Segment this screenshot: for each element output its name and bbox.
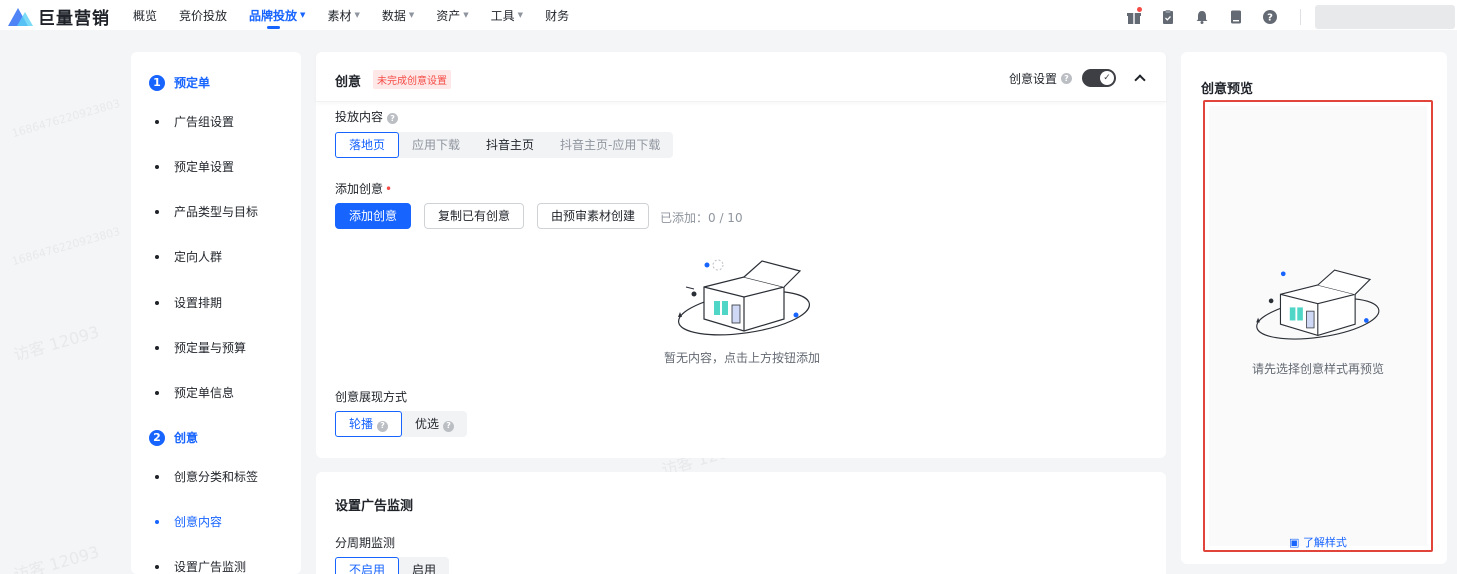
creative-card-header: 创意 未完成创意设置 创意设置 ? ✓ (316, 52, 1166, 102)
preview-frame: 请先选择创意样式再预览 ▣ 了解样式 (1203, 100, 1433, 552)
option-app-download[interactable]: 应用下载 (399, 132, 473, 158)
caret-down-icon: ▼ (463, 11, 469, 19)
step-item-adgroup[interactable]: 广告组设置 (155, 113, 234, 130)
nav-material[interactable]: 素材 ▼ (327, 0, 359, 30)
creative-setting-row: 创意设置 ? ✓ (1009, 69, 1146, 87)
header-tools: ? (1124, 5, 1455, 29)
add-creative-button[interactable]: 添加创意 (335, 203, 412, 229)
watermark: 访客 12093 (11, 542, 102, 574)
step-item-order-info[interactable]: 预定单信息 (155, 384, 234, 401)
logo-text: 巨量营销 (38, 9, 110, 29)
content-type-segment: 落地页 应用下载 抖音主页 抖音主页-应用下载 (335, 132, 674, 158)
step-item-product-type[interactable]: 产品类型与目标 (155, 203, 258, 220)
option-enable[interactable]: 启用 (399, 557, 449, 574)
document-icon[interactable] (1226, 7, 1246, 27)
option-optimal[interactable]: 优选? (402, 411, 467, 437)
add-creative-label: 添加创意 • (335, 182, 393, 196)
nav-assets[interactable]: 资产 ▼ (436, 0, 468, 30)
period-monitor-segment: 不启用 启用 (335, 557, 450, 574)
clipboard-icon[interactable] (1158, 7, 1178, 27)
option-landing-page[interactable]: 落地页 (335, 132, 400, 158)
step-item-creative-content[interactable]: 创意内容 (155, 513, 222, 530)
incomplete-tag: 未完成创意设置 (373, 70, 451, 89)
header-divider (1300, 9, 1301, 25)
option-douyin-home[interactable]: 抖音主页 (473, 132, 547, 158)
empty-box-illustration (1256, 269, 1380, 340)
preview-area: 请先选择创意样式再预览 ▣ 了解样式 (1209, 106, 1427, 549)
option-carousel[interactable]: 轮播? (335, 411, 403, 437)
step-creative[interactable]: 2 创意 (149, 429, 198, 446)
monitor-card: 设置广告监测 分周期监测 不启用 启用 (316, 472, 1166, 574)
help-icon[interactable]: ? (443, 420, 455, 432)
chevron-up-icon[interactable] (1134, 72, 1146, 84)
creative-card: 创意 未完成创意设置 创意设置 ? ✓ 投放内容? 落地页 应用下载 抖音主页 … (316, 52, 1166, 458)
gift-icon[interactable] (1124, 7, 1144, 27)
step-item-monitor[interactable]: 设置广告监测 (155, 558, 246, 574)
empty-state-text: 暂无内容，点击上方按钮添加 (664, 351, 821, 365)
display-mode-segment: 轮播? 优选? (335, 411, 468, 437)
create-from-prereview-button[interactable]: 由预审素材创建 (537, 203, 650, 229)
added-count: 已添加：0 / 10 (660, 211, 743, 225)
step-number: 1 (149, 74, 165, 91)
step-label: 创意 (174, 431, 199, 445)
preview-hint: 请先选择创意样式再预览 (1251, 362, 1384, 376)
logo-mark-icon (8, 6, 36, 28)
caret-down-icon: ▼ (408, 11, 415, 19)
step-item-schedule[interactable]: 设置排期 (155, 294, 222, 311)
nav-overview[interactable]: 概览 (133, 0, 157, 30)
step-label: 预定单 (174, 76, 211, 90)
watermark: 访客 12093 (11, 322, 102, 365)
creative-title: 创意 (335, 75, 362, 90)
book-icon: ▣ (1289, 536, 1303, 549)
caret-down-icon: ▼ (517, 11, 524, 19)
step-item-budget[interactable]: 预定量与预算 (155, 339, 246, 356)
copy-creative-button[interactable]: 复制已有创意 (424, 203, 525, 229)
notification-dot (1137, 7, 1142, 12)
help-icon[interactable]: ? (387, 113, 399, 124)
step-item-targeting[interactable]: 定向人群 (155, 248, 222, 265)
caret-down-icon: ▼ (300, 11, 306, 19)
display-mode-label: 创意展现方式 (335, 390, 408, 404)
option-disable[interactable]: 不启用 (335, 557, 400, 574)
step-item-order-settings[interactable]: 预定单设置 (155, 158, 234, 175)
caret-down-icon: ▼ (354, 11, 360, 19)
watermark: 1686476220923803 (10, 96, 122, 141)
help-icon[interactable]: ? (377, 420, 389, 432)
svg-text:?: ? (1267, 13, 1273, 24)
nav-data[interactable]: 数据 ▼ (382, 0, 414, 30)
steps-sidebar: 1 预定单 广告组设置 预定单设置 产品类型与目标 定向人群 设置排期 预定量与… (131, 52, 301, 574)
nav-finance[interactable]: 财务 (545, 0, 569, 30)
main-nav: 概览 竞价投放 品牌投放 ▼ 素材 ▼ 数据 ▼ 资产 ▼ 工具 ▼ 财务 (133, 0, 591, 30)
creative-preview-panel: 创意预览 请先选择创意样式再预览 ▣ 了解样式 (1181, 52, 1447, 564)
watermark: 1686476220923803 (10, 224, 122, 269)
nav-brand[interactable]: 品牌投放 ▼ (249, 0, 305, 30)
nav-bidding[interactable]: 竞价投放 (179, 0, 227, 30)
content-label: 投放内容? (335, 108, 399, 125)
nav-tools[interactable]: 工具 ▼ (491, 0, 523, 30)
help-icon[interactable]: ? (1061, 72, 1072, 84)
step-order[interactable]: 1 预定单 (149, 74, 210, 91)
option-douyin-home-app[interactable]: 抖音主页-应用下载 (547, 132, 673, 158)
help-icon[interactable]: ? (1260, 7, 1280, 27)
creative-setting-toggle[interactable]: ✓ (1082, 69, 1116, 87)
empty-box-illustration (677, 259, 811, 336)
creative-setting-label: 创意设置 (1008, 71, 1057, 86)
bell-icon[interactable] (1192, 7, 1212, 27)
step-item-category[interactable]: 创意分类和标签 (155, 468, 258, 485)
learn-style-link[interactable]: ▣ 了解样式 (1209, 534, 1427, 550)
account-avatar[interactable] (1315, 5, 1455, 29)
logo[interactable]: 巨量营销 (8, 4, 110, 29)
check-icon: ✓ (1100, 71, 1114, 85)
monitor-title: 设置广告监测 (335, 499, 414, 514)
step-number: 2 (149, 429, 165, 446)
top-nav-bar: 巨量营销 概览 竞价投放 品牌投放 ▼ 素材 ▼ 数据 ▼ 资产 ▼ 工具 ▼ 财务 ? (0, 0, 1457, 30)
period-monitor-label: 分周期监测 (335, 536, 396, 550)
preview-title: 创意预览 (1201, 82, 1254, 97)
